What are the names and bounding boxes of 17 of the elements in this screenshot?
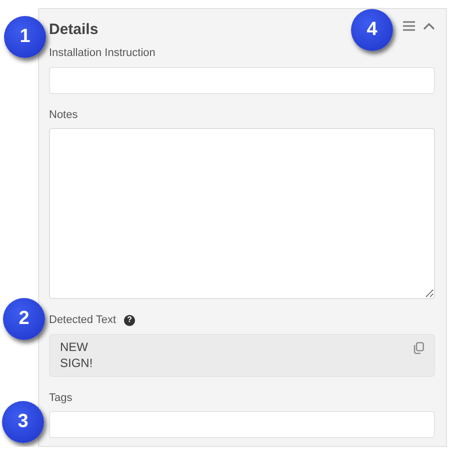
text-field[interactable] [49, 411, 435, 438]
callout-badge: 2 [3, 298, 45, 340]
notes-field[interactable] [49, 128, 435, 299]
field-label: Installation Instruction [49, 46, 156, 61]
menu-icon[interactable] [403, 21, 415, 31]
callout-badge: 3 [2, 401, 44, 443]
field-label: Tags [49, 390, 72, 406]
panel-title: Details [49, 20, 98, 40]
callout-badge: 4 [351, 9, 393, 51]
text-field[interactable] [49, 66, 435, 94]
detected-text: NEW SIGN! [60, 338, 93, 372]
field-label: Detected Text [49, 313, 116, 328]
collapse-icon[interactable] [423, 22, 435, 30]
help-icon[interactable]: ? [124, 314, 136, 326]
field-label: Notes [49, 108, 78, 122]
callout-badge: 1 [4, 16, 46, 58]
copy-icon[interactable] [413, 342, 424, 354]
